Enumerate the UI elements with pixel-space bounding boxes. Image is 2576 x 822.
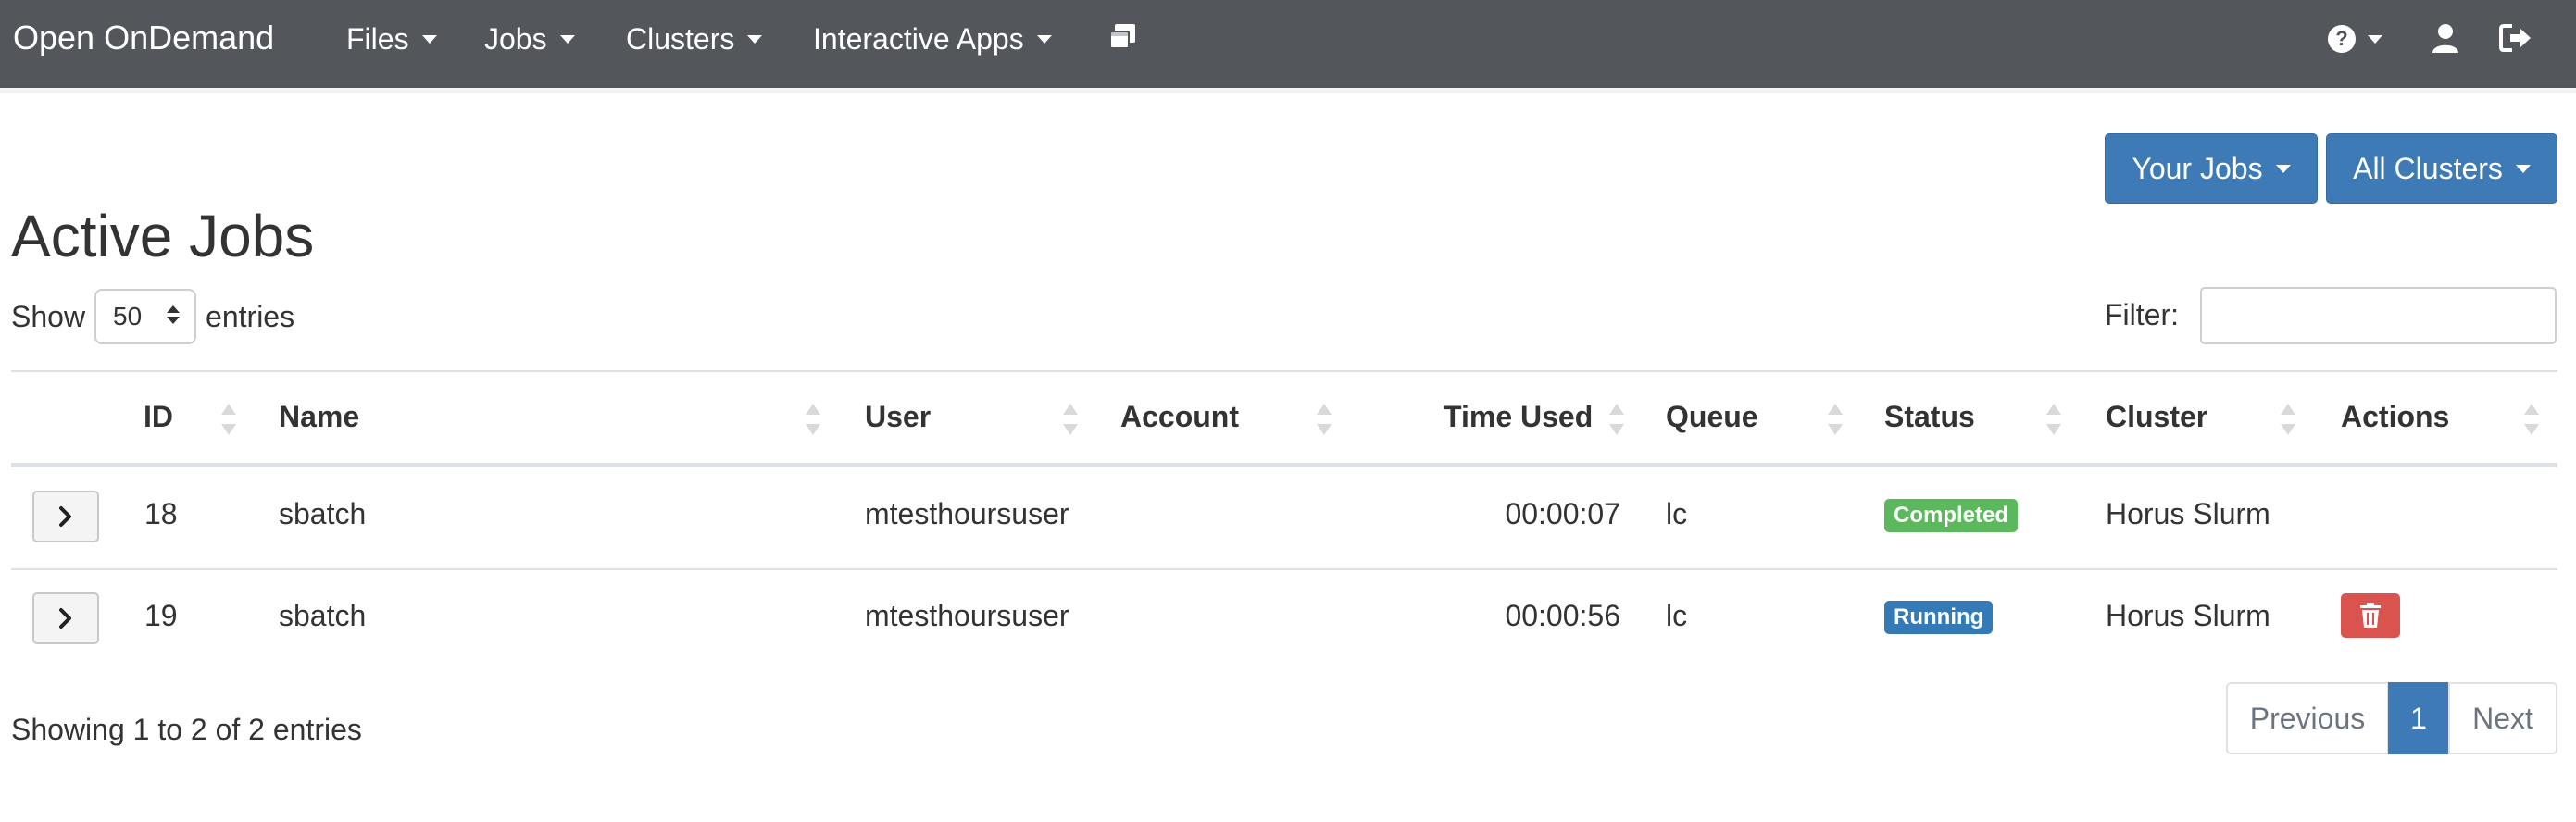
job-name: sbatch (279, 599, 367, 632)
svg-text:?: ? (2335, 27, 2347, 50)
files-menu[interactable]: Files (346, 22, 437, 56)
entries-label: entries (206, 299, 295, 333)
job-user: mtesthoursuser (865, 599, 1069, 632)
status-badge: Running (1884, 601, 1994, 634)
sort-icon (1826, 400, 1843, 441)
expand-row-button[interactable] (32, 592, 99, 644)
column-header-queue[interactable]: Queue (1666, 400, 1758, 434)
table-header-border (11, 463, 2557, 467)
job-id: 19 (144, 599, 178, 632)
column-header-id[interactable]: ID (144, 400, 173, 434)
clusters-menu-label: Clusters (626, 22, 735, 56)
interactive-apps-menu-label: Interactive Apps (813, 22, 1024, 56)
caret-down-icon (2275, 164, 2291, 173)
sort-icon (804, 400, 820, 441)
caret-down-icon (747, 35, 763, 44)
job-user: mtesthoursuser (865, 497, 1069, 530)
previous-page-button[interactable]: Previous (2226, 682, 2389, 754)
column-header-time-used[interactable]: Time Used (1444, 400, 1593, 434)
job-cluster: Horus Slurm (2106, 599, 2270, 632)
jobs-menu-label: Jobs (484, 22, 547, 56)
row-divider (11, 568, 2557, 570)
entries-per-page-value: 50 (113, 302, 143, 330)
filter-label: Filter: (2105, 298, 2179, 331)
table-top-border (11, 370, 2557, 372)
files-menu-label: Files (346, 22, 409, 56)
select-arrows-icon (167, 305, 181, 324)
caret-down-icon (421, 35, 437, 44)
all-clusters-dropdown[interactable]: All Clusters (2326, 133, 2557, 204)
job-id: 18 (144, 497, 178, 530)
column-header-actions[interactable]: Actions (2341, 400, 2449, 434)
caret-down-icon (2368, 34, 2382, 44)
job-name: sbatch (279, 497, 367, 530)
column-header-cluster[interactable]: Cluster (2106, 400, 2207, 434)
job-queue: lc (1666, 599, 1688, 632)
help-icon: ? (2328, 25, 2356, 53)
expand-row-button[interactable] (32, 491, 99, 542)
column-header-status[interactable]: Status (1884, 400, 1975, 434)
length-control: Show 50 entries (11, 289, 294, 344)
sort-icon (1607, 400, 1624, 441)
sort-icon (2045, 400, 2061, 441)
logout-icon[interactable] (2499, 22, 2532, 58)
windows-icon[interactable] (1107, 22, 1138, 58)
entries-per-page-select[interactable]: 50 (94, 289, 197, 344)
trash-icon (2360, 603, 2381, 628)
your-jobs-label: Your Jobs (2132, 151, 2263, 185)
top-navbar: Open OnDemand Files Jobs Clusters Intera… (0, 0, 2576, 93)
sort-icon (2279, 400, 2295, 441)
caret-down-icon (1036, 35, 1052, 44)
status-badge: Completed (1884, 499, 2019, 532)
caret-down-icon (2515, 164, 2531, 173)
help-menu[interactable]: ? (2327, 24, 2382, 54)
caret-down-icon (559, 35, 575, 44)
filter-input[interactable] (2200, 287, 2557, 344)
job-time-used: 00:00:07 (1505, 497, 1620, 530)
sort-icon (219, 400, 236, 441)
job-time-used: 00:00:56 (1505, 599, 1620, 632)
sort-icon (2522, 400, 2539, 441)
column-header-name[interactable]: Name (279, 400, 359, 434)
chevron-right-icon (59, 506, 71, 527)
show-label: Show (11, 299, 86, 333)
chevron-right-icon (59, 608, 71, 629)
next-page-button[interactable]: Next (2448, 682, 2557, 754)
sort-icon (1061, 400, 1078, 441)
page-title: Active Jobs (11, 203, 315, 269)
table-info: Showing 1 to 2 of 2 entries (11, 713, 362, 746)
job-queue: lc (1666, 497, 1688, 530)
column-header-account[interactable]: Account (1120, 400, 1239, 434)
sort-icon (1315, 400, 1332, 441)
job-cluster: Horus Slurm (2106, 497, 2270, 530)
column-header-user[interactable]: User (865, 400, 931, 434)
all-clusters-label: All Clusters (2353, 151, 2503, 185)
page-1-button[interactable]: 1 (2388, 682, 2449, 754)
jobs-menu[interactable]: Jobs (484, 22, 575, 56)
your-jobs-dropdown[interactable]: Your Jobs (2105, 133, 2318, 204)
user-icon[interactable] (2430, 22, 2461, 58)
interactive-apps-menu[interactable]: Interactive Apps (813, 22, 1052, 56)
brand-link[interactable]: Open OnDemand (13, 19, 274, 57)
delete-job-button[interactable] (2341, 593, 2400, 638)
clusters-menu[interactable]: Clusters (626, 22, 763, 56)
